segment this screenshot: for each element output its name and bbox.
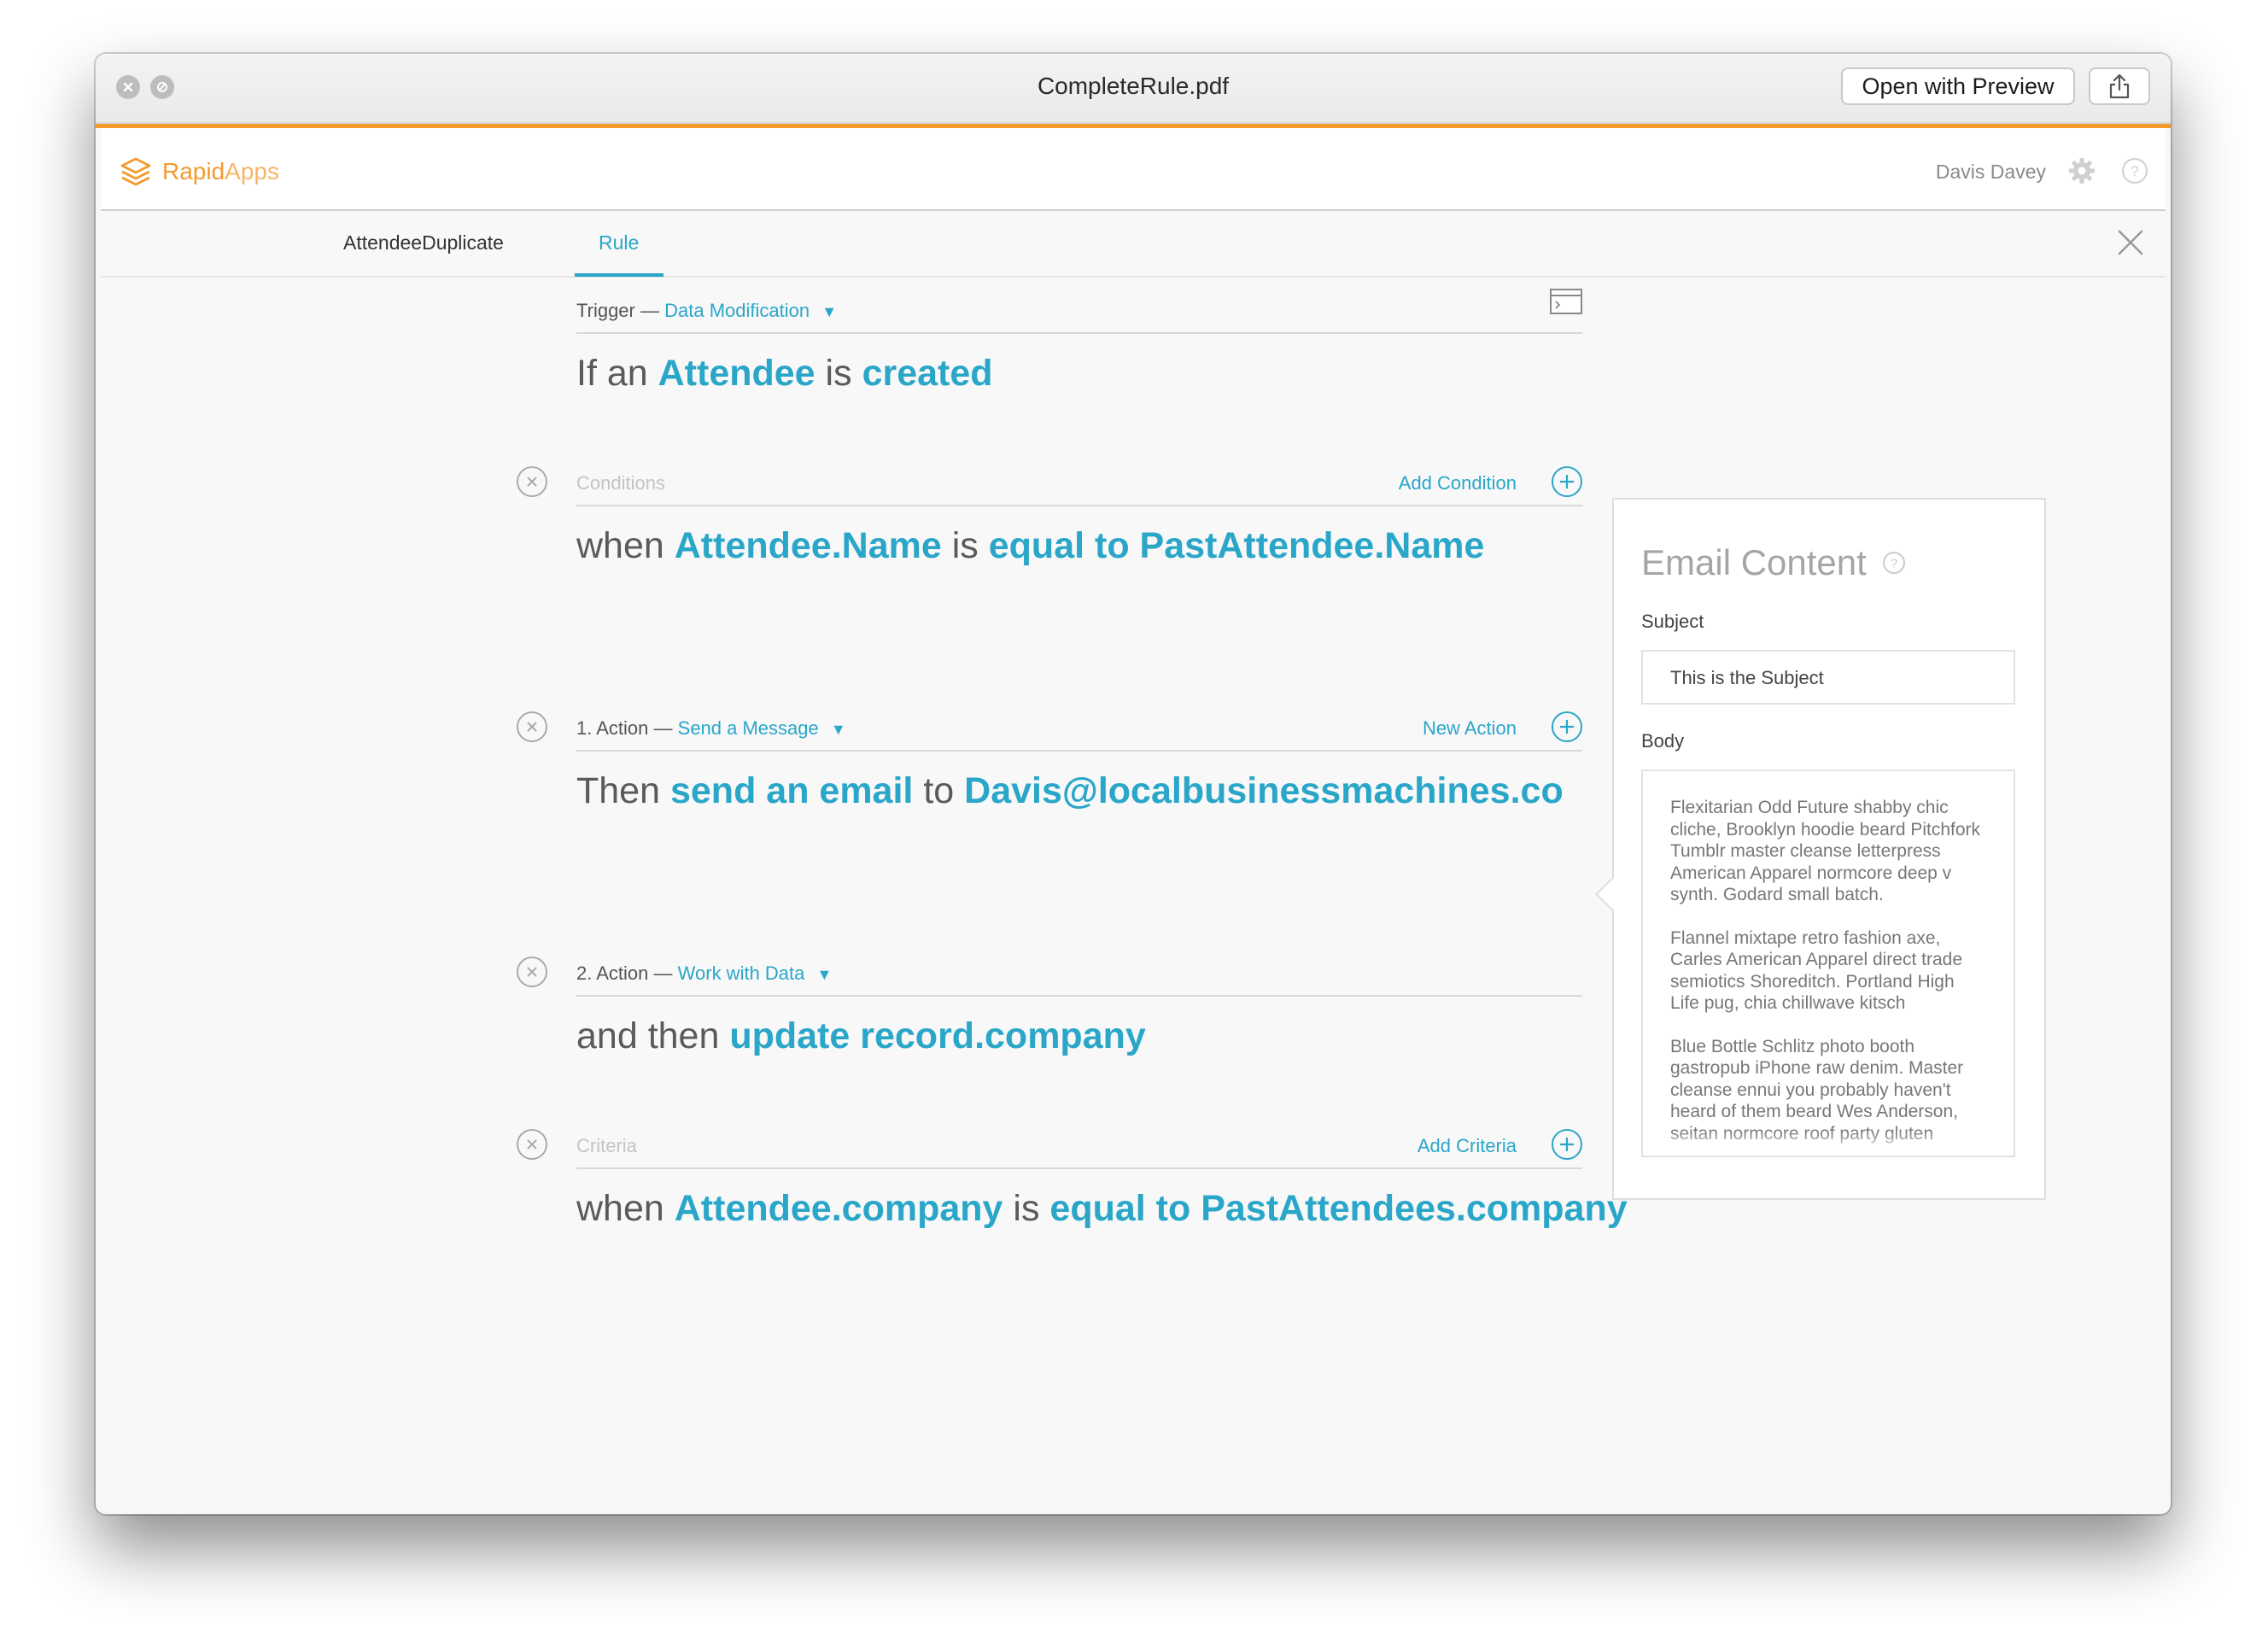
rule-editor: AttendeeDuplicate Rule Trigger — Data Mo… [101,209,2166,1509]
action-1-label: 1. Action — Send a Message ▼ [576,717,846,740]
trigger-type-dropdown[interactable]: Data Modification ▼ [664,300,837,321]
action-2-label: 2. Action — Work with Data ▼ [576,962,832,985]
brand-suffix: Apps [225,158,279,184]
action-2-label-text: 2. Action [576,962,649,984]
layers-icon [120,157,151,186]
conditions-value-token[interactable]: PastAttendee.Name [1140,525,1485,566]
conditions-sentence: when Attendee.Name is equal to PastAtten… [576,525,1484,567]
tab-attendee-duplicate[interactable]: AttendeeDuplicate [343,231,504,255]
action-2-divider [576,995,1582,997]
window-titlebar: CompleteRule.pdf Open with Preview [96,54,2171,124]
criteria-field-token[interactable]: Attendee.company [675,1188,1003,1229]
action-2-type-value: Work with Data [677,962,805,984]
active-tab-indicator [575,273,663,277]
trigger-dash: — [640,300,659,321]
criteria-label-text: Criteria [576,1135,637,1156]
dropdown-arrow-icon: ▼ [821,303,838,320]
conditions-word-2: is [951,525,979,566]
subject-label: Subject [1641,611,1704,632]
action-2-type-dropdown[interactable]: Work with Data ▼ [678,962,833,984]
tab-bar: AttendeeDuplicate Rule [101,211,2166,278]
action-1-recipient-token[interactable]: Davis@localbusinessmachines.co [964,770,1564,811]
trigger-label: Trigger — Data Modification ▼ [576,300,837,322]
action-1-type-value: Send a Message [677,717,819,739]
trigger-word-1: If an [576,353,648,394]
remove-criteria-icon[interactable] [516,1128,548,1161]
preview-window: CompleteRule.pdf Open with Preview Rapid… [96,54,2171,1514]
remove-action-1-icon[interactable] [516,711,548,743]
conditions-word-1: when [576,525,664,566]
trigger-divider [576,332,1582,334]
tab-rule[interactable]: Rule [599,231,639,255]
action-2-word-1: and then [576,1015,720,1056]
add-criteria-link[interactable]: Add Criteria [1418,1135,1517,1157]
conditions-field-token[interactable]: Attendee.Name [675,525,942,566]
action-1-sentence: Then send an email to Davis@localbusines… [576,770,1564,812]
add-criteria-plus-icon[interactable] [1551,1128,1583,1161]
trigger-word-2: is [825,353,852,394]
criteria-word-1: when [576,1188,664,1229]
app-logo[interactable]: RapidApps [162,158,279,185]
body-paragraph: Blue Bottle Schlitz photo booth gastropu… [1670,1036,1964,1144]
body-label: Body [1641,730,1685,752]
dropdown-arrow-icon: ▼ [830,721,846,738]
close-icon[interactable] [2114,226,2147,259]
add-condition-plus-icon[interactable] [1551,465,1583,498]
trigger-label-text: Trigger [576,300,635,321]
gear-icon[interactable] [2066,155,2097,186]
remove-conditions-icon[interactable] [516,465,548,498]
remove-action-2-icon[interactable] [516,956,548,988]
panel-pointer [1595,877,1629,911]
criteria-divider [576,1167,1582,1169]
email-content-panel: Email Content ? Subject This is the Subj… [1595,498,2046,1200]
help-icon[interactable]: ? [1882,551,1906,575]
svg-text:?: ? [1891,557,1897,571]
open-with-preview-button[interactable]: Open with Preview [1841,67,2075,105]
body-paragraph: Flannel mixtape retro fashion axe, Carle… [1670,927,1962,1014]
trigger-object-token[interactable]: Attendee [658,353,815,394]
action-2-dash: — [653,962,673,984]
action-1-label-text: 1. Action [576,717,649,739]
action-1-type-dropdown[interactable]: Send a Message ▼ [678,717,846,739]
criteria-operator-token[interactable]: equal to [1049,1188,1190,1229]
action-1-divider [576,750,1582,752]
action-1-word-1: Then [576,770,661,811]
email-content-title: Email Content [1641,542,1867,582]
action-1-verb-token[interactable]: send an email [670,770,913,811]
action-2-sentence: and then update record.company [576,1015,1146,1057]
conditions-operator-token[interactable]: equal to [989,525,1130,566]
trigger-event-token[interactable]: created [862,353,993,394]
brand-prefix: Rapid [162,158,225,184]
svg-text:?: ? [2131,163,2138,179]
share-button[interactable] [2089,67,2150,105]
action-2-verb-token[interactable]: update record.company [729,1015,1145,1056]
criteria-word-2: is [1013,1188,1040,1229]
trigger-sentence: If an Attendee is created [576,353,993,395]
console-window-icon[interactable] [1549,288,1583,315]
action-1-word-2: to [923,770,955,811]
conditions-label: Conditions [576,472,665,494]
criteria-sentence: when Attendee.company is equal to PastAt… [576,1188,1628,1230]
new-action-link[interactable]: New Action [1423,717,1517,740]
body-fade-overlay [1643,1130,2014,1156]
trigger-type-value: Data Modification [664,300,810,321]
user-name[interactable]: Davis Davey [1936,161,2046,184]
share-icon [2109,73,2130,99]
body-field[interactable]: Flexitarian Odd Future shabby chic clich… [1641,769,2015,1157]
help-icon[interactable]: ? [2121,157,2148,184]
criteria-label: Criteria [576,1135,637,1157]
dropdown-arrow-icon: ▼ [816,966,833,983]
subject-field[interactable]: This is the Subject [1641,650,2015,705]
conditions-label-text: Conditions [576,472,665,494]
conditions-divider [576,505,1582,506]
action-1-dash: — [653,717,673,739]
add-condition-link[interactable]: Add Condition [1399,472,1517,494]
body-paragraph: Flexitarian Odd Future shabby chic clich… [1670,798,1981,904]
new-action-plus-icon[interactable] [1551,711,1583,743]
criteria-value-token[interactable]: PastAttendees.company [1201,1188,1627,1229]
